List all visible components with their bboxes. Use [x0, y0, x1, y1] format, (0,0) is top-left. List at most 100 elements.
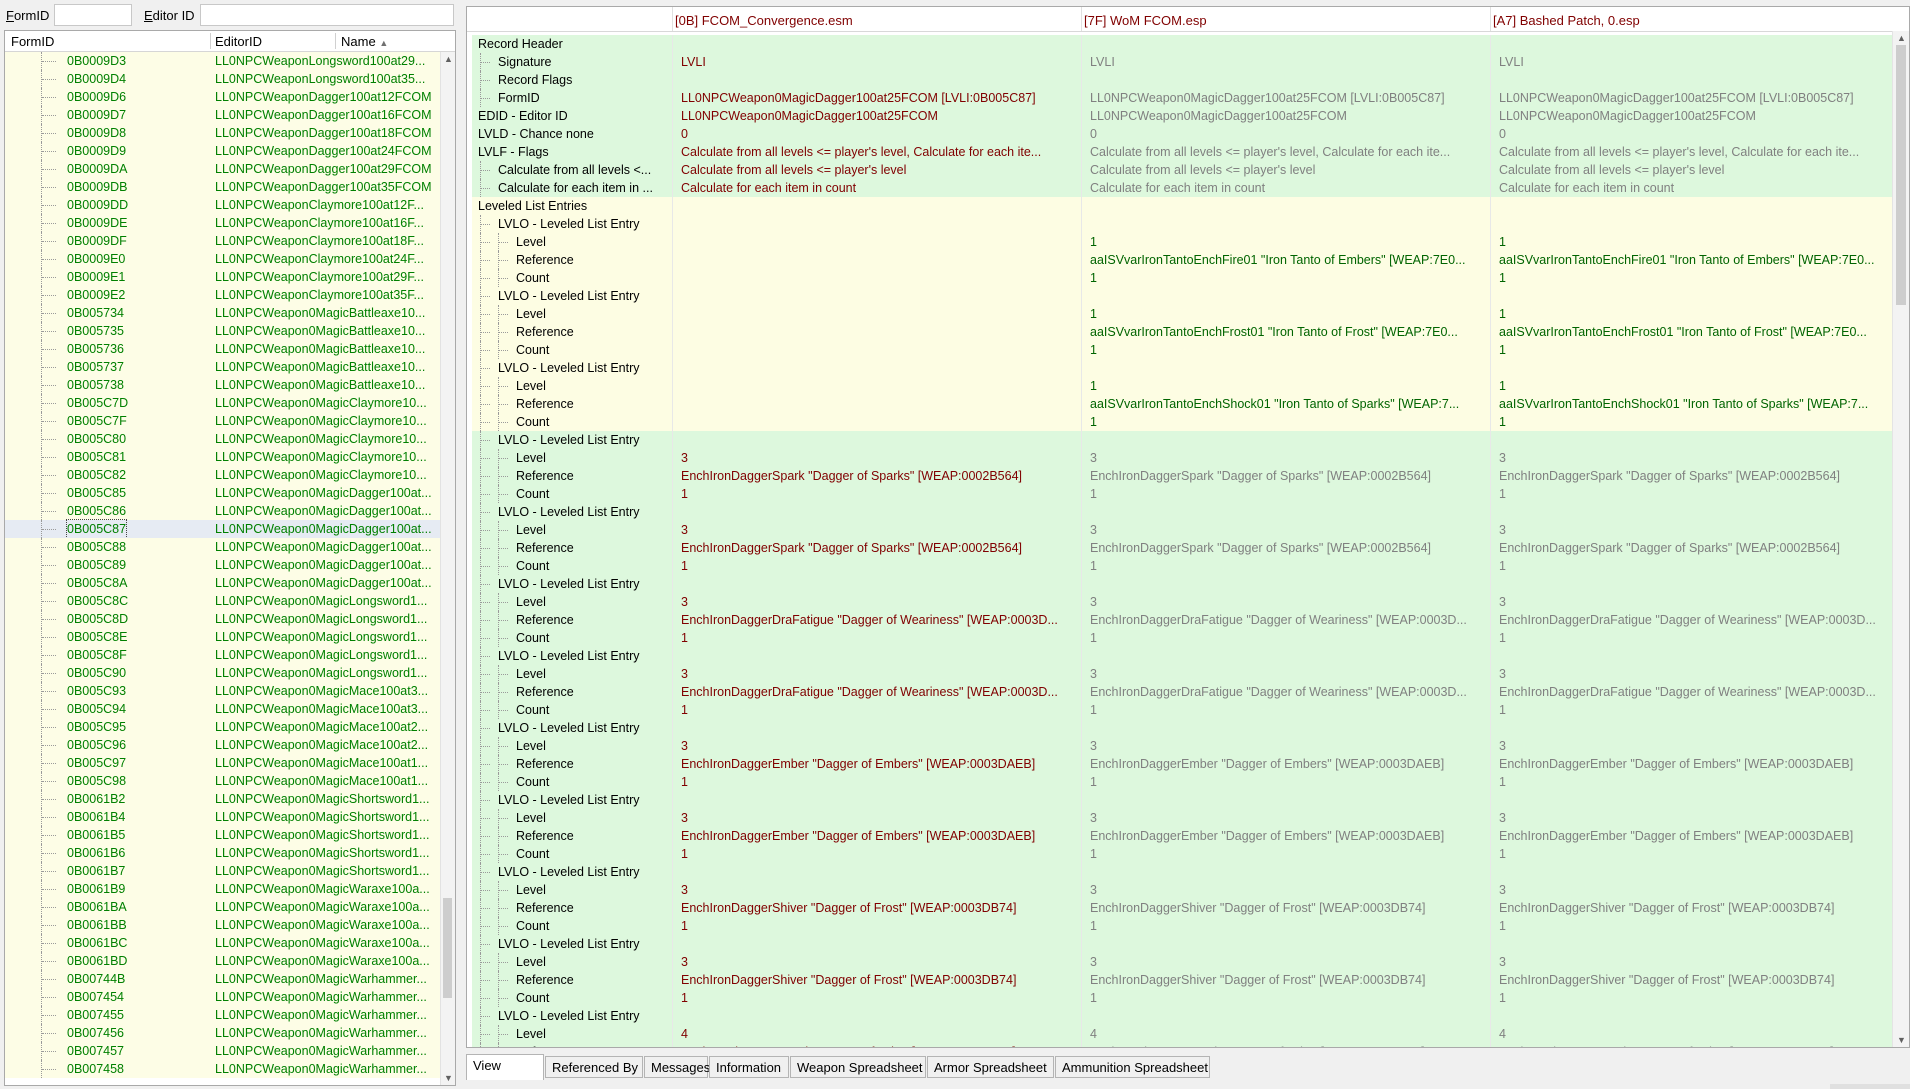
grid-cell-override[interactable]: EnchIronDaggerShiver "Dagger of Frost" […	[1082, 899, 1490, 917]
grid-cell-override[interactable]: EnchIronDaggerSpark "Dagger of Sparks" […	[1082, 539, 1490, 557]
grid-row[interactable]: LVLO - Leveled List Entry	[472, 503, 1898, 521]
tree-row[interactable]: 0B005C82 LL0NPCWeapon0MagicClaymore10...	[5, 466, 443, 484]
tree-row[interactable]: 0B005C94 LL0NPCWeapon0MagicMace100at3...	[5, 700, 443, 718]
tree-row[interactable]: 0B005C89 LL0NPCWeapon0MagicDagger100at...	[5, 556, 443, 574]
editorid-filter-input[interactable]	[200, 4, 454, 26]
grid-cell-master[interactable]: 1	[673, 557, 1081, 575]
tree-row[interactable]: 0B005737 LL0NPCWeapon0MagicBattleaxe10...	[5, 358, 443, 376]
grid-cell-bashed-patch[interactable]: LL0NPCWeapon0MagicDagger100at25FCOM	[1491, 107, 1898, 125]
grid-cell-override[interactable]	[1082, 791, 1490, 809]
grid-row[interactable]: Level 3 3 3	[472, 881, 1898, 899]
grid-cell-bashed-patch[interactable]: 3	[1491, 449, 1898, 467]
grid-cell-master[interactable]: Calculate for each item in count	[673, 179, 1081, 197]
grid-cell-master[interactable]	[673, 233, 1081, 251]
grid-cell-override[interactable]: Calculate for each item in count	[1082, 179, 1490, 197]
grid-row[interactable]: Reference EnchIronDaggerDraFatigue "Dagge…	[472, 683, 1898, 701]
grid-cell-bashed-patch[interactable]: Calculate from all levels <= player's le…	[1491, 143, 1898, 161]
grid-cell-override[interactable]	[1082, 719, 1490, 737]
tree-row[interactable]: 0B0061BD LL0NPCWeapon0MagicWaraxe100a...	[5, 952, 443, 970]
tree-row[interactable]: 0B0061B6 LL0NPCWeapon0MagicShortsword1...	[5, 844, 443, 862]
tree-row[interactable]: 0B0009DE LL0NPCWeaponClaymore100at16F...	[5, 214, 443, 232]
grid-cell-bashed-patch[interactable]	[1491, 863, 1898, 881]
grid-row[interactable]: Level 1 1	[472, 233, 1898, 251]
tree-row[interactable]: 0B0061BB LL0NPCWeapon0MagicWaraxe100a...	[5, 916, 443, 934]
grid-row[interactable]: LVLO - Leveled List Entry	[472, 647, 1898, 665]
grid-row[interactable]: Count 1 1 1	[472, 917, 1898, 935]
grid-cell-master[interactable]: 1	[673, 845, 1081, 863]
grid-cell-master[interactable]: 3	[673, 521, 1081, 539]
grid-row[interactable]: Count 1 1 1	[472, 773, 1898, 791]
grid-cell-bashed-patch[interactable]	[1491, 71, 1898, 89]
grid-cell-override[interactable]: 1	[1082, 269, 1490, 287]
grid-cell-override[interactable]: 3	[1082, 881, 1490, 899]
tree-row[interactable]: 0B005C8C LL0NPCWeapon0MagicLongsword1...	[5, 592, 443, 610]
grid-cell-master[interactable]: EnchIronDaggerSpark "Dagger of Sparks" […	[673, 467, 1081, 485]
grid-cell-bashed-patch[interactable]	[1491, 503, 1898, 521]
grid-cell-master[interactable]: Calculate from all levels <= player's le…	[673, 143, 1081, 161]
grid-row[interactable]: Reference EnchIronDaggerShiver "Dagger of…	[472, 899, 1898, 917]
grid-cell-bashed-patch[interactable]: LVLI	[1491, 53, 1898, 71]
grid-cell-override[interactable]: Calculate from all levels <= player's le…	[1082, 143, 1490, 161]
tree-row[interactable]: 0B0009DD LL0NPCWeaponClaymore100at12F...	[5, 196, 443, 214]
grid-row[interactable]: Level 1 1	[472, 377, 1898, 395]
grid-cell-override[interactable]: 1	[1082, 773, 1490, 791]
grid-cell-bashed-patch[interactable]	[1491, 431, 1898, 449]
tree-row[interactable]: 0B005C88 LL0NPCWeapon0MagicDagger100at...	[5, 538, 443, 556]
grid-cell-override[interactable]: aaISVvarIronTantoEnchFrost01 "Iron Tanto…	[1082, 323, 1490, 341]
grid-cell-master[interactable]: EnchIronDaggerDraFatigue "Dagger of Wear…	[673, 611, 1081, 629]
tree-row[interactable]: 0B0009E0 LL0NPCWeaponClaymore100at24F...	[5, 250, 443, 268]
tree-row[interactable]: 0B0009D7 LL0NPCWeaponDagger100at16FCOM	[5, 106, 443, 124]
grid-row[interactable]: Count 1 1	[472, 413, 1898, 431]
grid-cell-master[interactable]	[673, 359, 1081, 377]
grid-row[interactable]: Leveled List Entries	[472, 197, 1898, 215]
grid-row[interactable]: LVLO - Leveled List Entry	[472, 359, 1898, 377]
grid-cell-override[interactable]: 4	[1082, 1025, 1490, 1043]
grid-row[interactable]: EDID - Editor ID LL0NPCWeapon0MagicDagger…	[472, 107, 1898, 125]
tree-row[interactable]: 0B0061B4 LL0NPCWeapon0MagicShortsword1...	[5, 808, 443, 826]
grid-cell-override[interactable]	[1082, 215, 1490, 233]
grid-cell-override[interactable]	[1082, 935, 1490, 953]
grid-cell-master[interactable]: EnchIronDaggerEmber "Dagger of Embers" […	[673, 827, 1081, 845]
grid-cell-override[interactable]: 3	[1082, 665, 1490, 683]
grid-row[interactable]: LVLD - Chance none 0 0 0	[472, 125, 1898, 143]
grid-row[interactable]: Record Flags	[472, 71, 1898, 89]
grid-cell-master[interactable]: 3	[673, 881, 1081, 899]
grid-cell-master[interactable]: 1	[673, 485, 1081, 503]
grid-cell-override[interactable]: 3	[1082, 953, 1490, 971]
tree-row[interactable]: 0B0009D3 LL0NPCWeaponLongsword100at29...	[5, 52, 443, 70]
grid-cell-override[interactable]: EnchIronDaggerEmber "Dagger of Embers" […	[1082, 827, 1490, 845]
grid-cell-master[interactable]	[673, 323, 1081, 341]
column-header-name[interactable]: Name ▲	[341, 34, 388, 49]
tab-ammunition-spreadsheet[interactable]: Ammunition Spreadsheet	[1055, 1056, 1210, 1078]
grid-row[interactable]: Count 1 1	[472, 341, 1898, 359]
grid-cell-bashed-patch[interactable]	[1491, 647, 1898, 665]
grid-cell-bashed-patch[interactable]: aaISVvarIronTantoEnchShock01 "Iron Tanto…	[1491, 395, 1898, 413]
grid-cell-override[interactable]: 1	[1082, 377, 1490, 395]
tree-row[interactable]: 0B005C96 LL0NPCWeapon0MagicMace100at2...	[5, 736, 443, 754]
grid-cell-master[interactable]	[673, 269, 1081, 287]
grid-row[interactable]: Level 3 3 3	[472, 809, 1898, 827]
column-header-override-file[interactable]: [7F] WoM FCOM.esp	[1084, 13, 1207, 28]
tab-messages[interactable]: Messages	[644, 1056, 710, 1078]
grid-row[interactable]: LVLO - Leveled List Entry	[472, 215, 1898, 233]
grid-cell-bashed-patch[interactable]: EnchIronDaggerSpark "Dagger of Sparks" […	[1491, 539, 1898, 557]
panel-splitter[interactable]	[458, 0, 466, 1089]
tree-vertical-scrollbar[interactable]: ▲ ▼	[440, 52, 455, 1085]
grid-cell-override[interactable]	[1082, 575, 1490, 593]
grid-cell-master[interactable]: 1	[673, 629, 1081, 647]
grid-cell-master[interactable]	[673, 791, 1081, 809]
grid-cell-bashed-patch[interactable]: 1	[1491, 557, 1898, 575]
grid-cell-override[interactable]: 0	[1082, 125, 1490, 143]
grid-row[interactable]: LVLO - Leveled List Entry	[472, 1007, 1898, 1025]
tree-row[interactable]: 0B005C8F LL0NPCWeapon0MagicLongsword1...	[5, 646, 443, 664]
tree-row[interactable]: 0B007455 LL0NPCWeapon0MagicWarhammer...	[5, 1006, 443, 1024]
grid-cell-override[interactable]: 1	[1082, 485, 1490, 503]
grid-cell-override[interactable]: EnchIronDaggerShiver "Dagger of Frost" […	[1082, 971, 1490, 989]
grid-cell-override[interactable]	[1082, 359, 1490, 377]
grid-cell-bashed-patch[interactable]: 3	[1491, 881, 1898, 899]
grid-cell-bashed-patch[interactable]: Calculate for each item in count	[1491, 179, 1898, 197]
grid-cell-master[interactable]	[673, 215, 1081, 233]
tree-row[interactable]: 0B0009E1 LL0NPCWeaponClaymore100at29F...	[5, 268, 443, 286]
grid-cell-bashed-patch[interactable]: EnchIronDaggerShiver "Dagger of Frost" […	[1491, 899, 1898, 917]
tree-row[interactable]: 0B005C90 LL0NPCWeapon0MagicLongsword1...	[5, 664, 443, 682]
